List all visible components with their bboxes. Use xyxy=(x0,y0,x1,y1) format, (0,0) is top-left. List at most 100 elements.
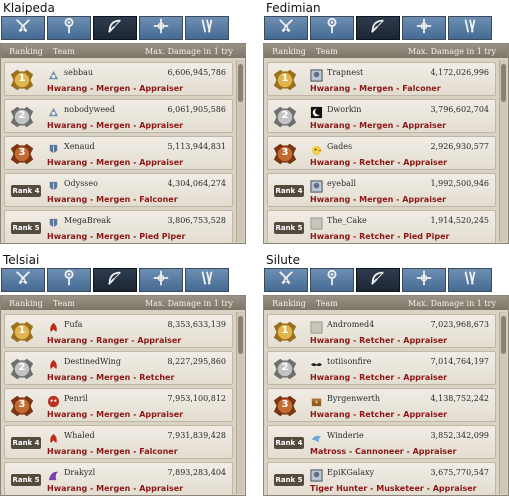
scrollbar[interactable] xyxy=(236,60,244,242)
scrollbar[interactable] xyxy=(499,312,507,494)
ranking-row[interactable]: Rank 5 Drakyzl 7,893,283,404 Hwarang - Merg… xyxy=(4,462,233,495)
bow-icon xyxy=(369,17,387,39)
class-combination: Hwarang - Mergen - Appraiser xyxy=(47,158,184,167)
ranking-row[interactable]: 3 Gades 2,926,930,577 Hwarang - Retcher - A… xyxy=(267,136,496,170)
ranking-row[interactable]: 1 Fufa 8,353,633,139 Hwarang - Ranger - App… xyxy=(4,314,233,348)
class-tab[interactable] xyxy=(448,268,492,292)
rank-number: 5 xyxy=(297,224,303,232)
cross-icon xyxy=(152,269,170,291)
ranking-row[interactable]: 1 Andromed4 7,023,968,673 Hwarang - Retcher… xyxy=(267,314,496,348)
ranking-panel: Silute Ranking Team Max. Damage in 1 try 1 An… xyxy=(263,252,509,496)
ranking-row[interactable]: 1 Trapnest 4,172,026,996 Hwarang - Mergen -… xyxy=(267,62,496,96)
raid-ranking-screen: Klaipeda Ranking Team Max. Damage in 1 try 1… xyxy=(0,0,509,499)
chick-icon xyxy=(310,141,323,156)
scrollbar-thumb[interactable] xyxy=(238,316,243,354)
ranking-board: Ranking Team Max. Damage in 1 try 1 sebbau 6,… xyxy=(0,43,246,244)
ranking-rows: 1 Andromed4 7,023,968,673 Hwarang - Retcher… xyxy=(264,310,508,495)
header-ranking: Ranking xyxy=(272,298,306,308)
max-damage-value: 7,893,283,404 xyxy=(167,468,226,477)
class-tab[interactable] xyxy=(185,16,229,40)
ranking-row[interactable]: Rank 5 MegaBreak 3,806,753,528 Hwarang - Me… xyxy=(4,210,233,243)
armor-icon xyxy=(47,178,60,191)
ranking-row[interactable]: 3 Byrgenwerth 4,138,752,242 Hwarang - Retch… xyxy=(267,388,496,422)
team-leader-name: Fufa xyxy=(64,320,83,329)
team-leader-name: Whaled xyxy=(64,431,95,440)
table-header: Ranking Team Max. Damage in 1 try xyxy=(264,296,508,310)
header-team: Team xyxy=(316,46,338,56)
class-tab[interactable] xyxy=(1,16,45,40)
class-combination: Hwarang - Mergen - Appraiser xyxy=(47,410,184,419)
bow-icon xyxy=(106,17,124,39)
scrollbar[interactable] xyxy=(236,312,244,494)
rank-medal-icon: 1 xyxy=(271,66,299,94)
rank-tag: Rank 4 xyxy=(11,185,41,197)
ranking-row[interactable]: 1 sebbau 6,606,945,786 Hwarang - Mergen - A… xyxy=(4,62,233,96)
phoenix-icon xyxy=(47,430,60,444)
sash-icon xyxy=(198,17,216,39)
rank-number: 4 xyxy=(34,439,40,447)
rank-number: 1 xyxy=(281,73,289,84)
class-tab[interactable] xyxy=(185,268,229,292)
scrollbar-thumb[interactable] xyxy=(501,316,506,354)
class-tab[interactable] xyxy=(93,16,137,40)
max-damage-value: 6,061,905,586 xyxy=(167,105,226,114)
scrollbar-thumb[interactable] xyxy=(238,64,243,102)
ranking-row[interactable]: Rank 4 Odysseo 4,304,064,274 Hwarang - Merg… xyxy=(4,173,233,207)
class-tab[interactable] xyxy=(47,268,91,292)
rank-number: 1 xyxy=(18,73,26,84)
class-tab[interactable] xyxy=(356,268,400,292)
class-tab[interactable] xyxy=(93,268,137,292)
team-leader-name: EpiKGalaxy xyxy=(327,468,375,477)
ranking-row[interactable]: Rank 5 The_Cake 1,914,520,245 Hwarang - Ret… xyxy=(267,210,496,243)
bow-icon xyxy=(369,269,387,291)
max-damage-value: 4,138,752,242 xyxy=(430,394,489,403)
sash-icon xyxy=(198,269,216,291)
sash-icon xyxy=(461,17,479,39)
class-tab[interactable] xyxy=(264,16,308,40)
class-tab[interactable] xyxy=(139,16,183,40)
team-leader-name: MegaBreak xyxy=(64,216,111,225)
scrollbar[interactable] xyxy=(499,60,507,242)
ranking-panel: Fedimian Ranking Team Max. Damage in 1 try 1… xyxy=(263,0,509,244)
class-combination: Hwarang - Retcher - Appraiser xyxy=(310,373,448,382)
ranking-row[interactable]: 2 DestinedWing 8,227,295,860 Hwarang - Merg… xyxy=(4,351,233,385)
ranking-row[interactable]: Rank 4 eyeball 1,992,500,946 Hwarang - Merg… xyxy=(267,173,496,207)
rank-prefix: Rank xyxy=(12,439,33,447)
class-tab[interactable] xyxy=(310,16,354,40)
class-tab[interactable] xyxy=(1,268,45,292)
ranking-row[interactable]: 2 Dworkin 3,796,602,704 Hwarang - Mergen - … xyxy=(267,99,496,133)
class-combination: Hwarang - Mergen - Appraiser xyxy=(47,121,184,130)
ranking-row[interactable]: 3 Penril 7,953,100,812 Hwarang - Mergen - A… xyxy=(4,388,233,422)
class-tab[interactable] xyxy=(356,16,400,40)
class-tab[interactable] xyxy=(402,16,446,40)
max-damage-value: 8,353,633,139 xyxy=(167,320,226,329)
table-header: Ranking Team Max. Damage in 1 try xyxy=(1,296,245,310)
staff-icon xyxy=(60,17,78,39)
class-tab[interactable] xyxy=(264,268,308,292)
rank-number: 4 xyxy=(297,439,303,447)
class-combination: Hwarang - Mergen - Falconer xyxy=(310,84,441,93)
class-tab[interactable] xyxy=(448,16,492,40)
scrollbar-thumb[interactable] xyxy=(501,64,506,102)
class-tab[interactable] xyxy=(310,268,354,292)
class-tab[interactable] xyxy=(47,16,91,40)
mustache-icon xyxy=(310,356,323,369)
ranking-row[interactable]: Rank 5 EpiKGalaxy 3,675,770,547 Tiger Hunte… xyxy=(267,462,496,495)
phoenix-icon xyxy=(47,319,60,333)
class-tab[interactable] xyxy=(139,268,183,292)
class-tab[interactable] xyxy=(402,268,446,292)
header-ranking: Ranking xyxy=(272,46,306,56)
ranking-row[interactable]: 3 Xenaud 5,113,944,831 Hwarang - Mergen - A… xyxy=(4,136,233,170)
header-damage: Max. Damage in 1 try xyxy=(408,298,496,308)
ranking-panel: Telsiai Ranking Team Max. Damage in 1 try 1 F… xyxy=(0,252,246,496)
cross-icon xyxy=(415,269,433,291)
rank-tag: Rank 5 xyxy=(274,474,304,486)
rank-medal-icon: 1 xyxy=(8,318,36,346)
ranking-row[interactable]: 2 nobodyweed 6,061,905,586 Hwarang - Mergen… xyxy=(4,99,233,133)
ranking-row[interactable]: Rank 4 Whaled 7,931,839,428 Hwarang - Merge… xyxy=(4,425,233,459)
max-damage-value: 7,931,839,428 xyxy=(167,431,226,440)
ranking-row[interactable]: Rank 4 Winderie 3,852,342,099 Matross - Can… xyxy=(267,425,496,459)
phoenix-icon xyxy=(47,356,60,370)
rank-number: 2 xyxy=(18,110,26,121)
ranking-row[interactable]: 2 totiisonfire 7,014,764,197 Hwarang - Retc… xyxy=(267,351,496,385)
